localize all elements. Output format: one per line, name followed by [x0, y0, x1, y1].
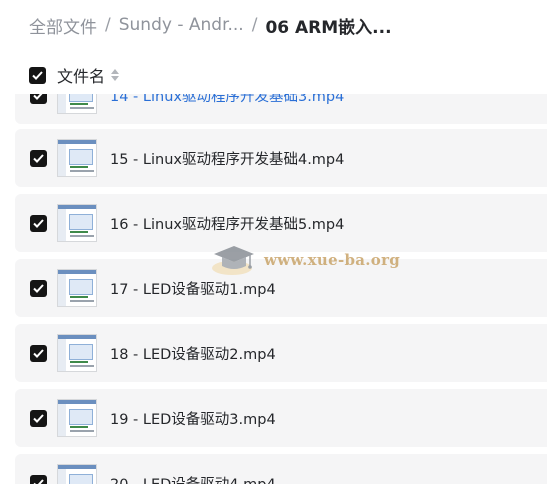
list-bottom-edge	[0, 484, 547, 502]
video-thumbnail	[57, 94, 97, 114]
file-list-header: 文件名	[0, 60, 547, 90]
file-row[interactable]: 14 - Linux驱动程序开发基础3.mp4	[15, 94, 547, 124]
file-checkbox[interactable]	[30, 474, 47, 484]
file-name[interactable]: 16 - Linux驱动程序开发基础5.mp4	[110, 213, 344, 234]
check-icon	[32, 70, 43, 80]
file-name[interactable]: 20 - LED设备驱动4.mp4	[110, 473, 276, 485]
file-checkbox[interactable]	[30, 149, 47, 167]
breadcrumb-current-folder: 06 ARM嵌入...	[265, 17, 392, 38]
file-name[interactable]: 18 - LED设备驱动2.mp4	[110, 343, 276, 364]
file-checkbox[interactable]	[30, 409, 47, 427]
file-row[interactable]: 17 - LED设备驱动1.mp4	[15, 259, 547, 317]
video-thumbnail	[57, 204, 97, 242]
file-name[interactable]: 14 - Linux驱动程序开发基础3.mp4	[110, 94, 344, 106]
check-icon	[33, 94, 43, 100]
video-thumbnail	[57, 464, 97, 484]
breadcrumb-separator: /	[105, 15, 111, 35]
file-browser-page: 全部文件 / Sundy - Andr... / 06 ARM嵌入... 文件名…	[0, 0, 547, 502]
breadcrumb-separator: /	[251, 15, 258, 35]
breadcrumb-root[interactable]: 全部文件	[29, 13, 97, 38]
video-thumbnail	[57, 399, 97, 437]
file-row[interactable]: 19 - LED设备驱动3.mp4	[15, 389, 547, 447]
file-name[interactable]: 17 - LED设备驱动1.mp4	[110, 278, 276, 299]
check-icon	[33, 283, 44, 293]
sort-icon[interactable]	[111, 69, 120, 81]
column-header-filename[interactable]: 文件名	[57, 63, 105, 87]
file-checkbox[interactable]	[30, 214, 47, 232]
check-icon	[33, 413, 44, 423]
video-thumbnail	[57, 269, 97, 307]
file-checkbox[interactable]	[30, 344, 47, 362]
check-icon	[33, 348, 44, 358]
file-row[interactable]: 15 - Linux驱动程序开发基础4.mp4	[15, 129, 547, 187]
file-checkbox[interactable]	[30, 94, 47, 104]
file-row[interactable]: 16 - Linux驱动程序开发基础5.mp4	[15, 194, 547, 252]
file-name[interactable]: 15 - Linux驱动程序开发基础4.mp4	[110, 148, 344, 169]
file-row[interactable]: 18 - LED设备驱动2.mp4	[15, 324, 547, 382]
file-list[interactable]: 14 - Linux驱动程序开发基础3.mp4 15 - Linux驱动程序开发…	[0, 94, 547, 484]
video-thumbnail	[57, 334, 97, 372]
file-checkbox[interactable]	[30, 279, 47, 297]
breadcrumb: 全部文件 / Sundy - Andr... / 06 ARM嵌入...	[29, 12, 392, 38]
breadcrumb-parent-folder[interactable]: Sundy - Andr...	[119, 15, 244, 35]
check-icon	[33, 218, 44, 228]
file-name[interactable]: 19 - LED设备驱动3.mp4	[110, 408, 276, 429]
video-thumbnail	[57, 139, 97, 177]
file-row[interactable]: 20 - LED设备驱动4.mp4	[15, 454, 547, 484]
select-all-checkbox[interactable]	[29, 66, 46, 84]
check-icon	[33, 153, 44, 163]
